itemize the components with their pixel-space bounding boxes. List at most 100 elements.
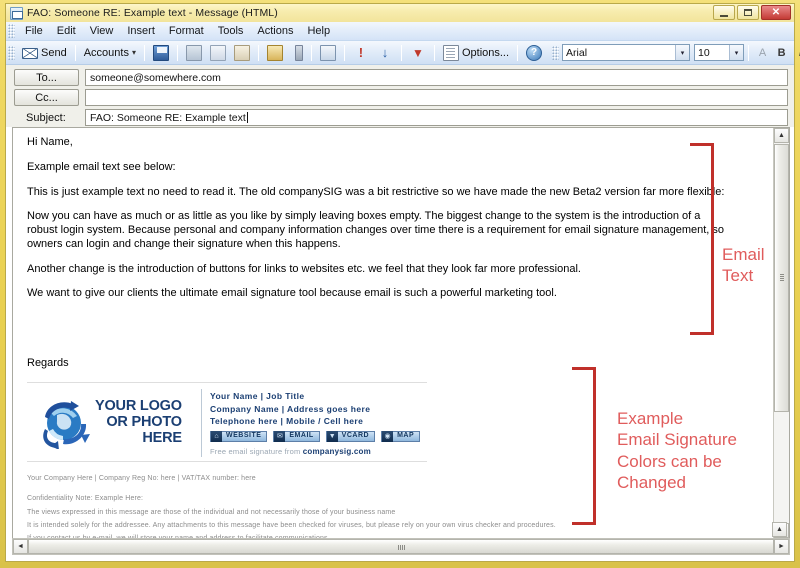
chevron-down-icon: ▾ — [675, 45, 690, 60]
menu-item-file[interactable]: File — [18, 23, 50, 39]
attach-file-button[interactable] — [287, 44, 307, 62]
format-painter-button[interactable] — [263, 44, 287, 62]
body-signoff: Regards — [27, 357, 69, 369]
body-vertical-scrollbar[interactable]: ▲ ▼ — [773, 128, 789, 538]
subject-label: Subject: — [26, 111, 66, 124]
to-row: To... someone@somewhere.com — [14, 69, 788, 86]
menu-drag-grip[interactable] — [8, 24, 15, 38]
to-button[interactable]: To... — [14, 69, 79, 86]
italic-button[interactable]: I — [791, 44, 800, 62]
font-size-value: 10 — [698, 46, 710, 59]
minimize-icon — [720, 14, 728, 17]
follow-up-flag-button[interactable]: ▼ — [406, 44, 430, 62]
text-cursor — [246, 112, 248, 123]
envelope-icon: ✉ — [274, 431, 286, 442]
footer-confidentiality-title: Confidentiality Note: Example Here: — [27, 495, 144, 503]
outer-scroll-up-button[interactable]: ▲ — [772, 522, 787, 537]
copy-icon — [209, 44, 226, 61]
email-signature-block: YOUR LOGO OR PHOTO HERE Your Name | Job … — [27, 381, 427, 462]
menu-item-view[interactable]: View — [83, 23, 121, 39]
title-bar: FAO: Someone RE: Example text - Message … — [6, 4, 794, 22]
low-importance-button[interactable]: ↓ — [373, 44, 397, 62]
address-book-button[interactable] — [316, 44, 340, 62]
help-button[interactable]: ? — [522, 44, 546, 62]
scroll-right-button[interactable]: ► — [774, 539, 789, 554]
horizontal-scroll-thumb[interactable] — [28, 539, 774, 554]
bold-button[interactable]: B — [772, 44, 791, 62]
subject-row: Subject: FAO: Someone RE: Example text — [14, 109, 788, 126]
cut-button[interactable] — [182, 44, 206, 62]
cut-icon — [185, 44, 202, 61]
maximize-button[interactable] — [737, 5, 759, 20]
minimize-button[interactable] — [713, 5, 735, 20]
scroll-up-button[interactable]: ▲ — [774, 128, 789, 143]
annotation-sig-line-3: Colors can be — [617, 451, 722, 471]
toolbar-separator — [176, 44, 178, 61]
signature-email-button[interactable]: ✉ EMAIL — [273, 431, 320, 442]
menu-bar: File Edit View Insert Format Tools Actio… — [6, 22, 794, 41]
body-paragraph-1: This is just example text no need to rea… — [27, 185, 725, 198]
menu-item-actions[interactable]: Actions — [250, 23, 300, 39]
signature-bracket — [572, 367, 596, 525]
scroll-left-button[interactable]: ◄ — [13, 539, 28, 554]
signature-map-button[interactable]: ◉ MAP — [381, 431, 421, 442]
horizontal-scrollbar[interactable]: ◄ ► — [12, 538, 790, 555]
chevron-down-icon: ▾ — [131, 48, 136, 57]
menu-item-tools[interactable]: Tools — [211, 23, 251, 39]
high-importance-icon: ! — [358, 45, 364, 60]
website-button-label: WEBSITE — [226, 432, 262, 440]
menu-item-insert[interactable]: Insert — [120, 23, 162, 39]
chevron-down-icon: ▾ — [729, 45, 744, 60]
copy-button[interactable] — [206, 44, 230, 62]
window-controls: ✕ — [713, 5, 791, 20]
menu-item-edit[interactable]: Edit — [50, 23, 83, 39]
toolbar-separator — [143, 44, 145, 61]
font-size-combo[interactable]: 10 ▾ — [694, 44, 745, 61]
signature-details: Your Name | Job Title Company Name | Add… — [210, 389, 427, 457]
message-window-icon — [10, 6, 23, 20]
accounts-button-label: Accounts — [83, 46, 129, 59]
signature-company-line: Company Name | Address goes here — [210, 403, 371, 414]
signature-website-button[interactable]: ⌂ WEBSITE — [210, 431, 268, 442]
message-options-button[interactable]: Options... — [439, 44, 513, 62]
paste-button[interactable] — [230, 44, 254, 62]
font-name-combo[interactable]: Arial ▾ — [562, 44, 691, 61]
follow-up-flag-icon: ▼ — [412, 45, 424, 60]
vcard-download-icon: ▼ — [326, 431, 338, 442]
send-button[interactable]: Send — [18, 45, 71, 60]
logo-line-2: OR PHOTO — [106, 414, 182, 431]
menu-item-help[interactable]: Help — [300, 23, 337, 39]
to-input[interactable]: someone@somewhere.com — [85, 69, 788, 86]
font-color-button[interactable]: A — [753, 44, 772, 62]
formatting-toolbar-grip[interactable] — [552, 45, 560, 60]
save-button[interactable] — [149, 44, 173, 62]
signature-credit-prefix: Free email signature from — [210, 447, 303, 456]
signature-vcard-button[interactable]: ▼ VCARD — [325, 431, 376, 442]
close-button[interactable]: ✕ — [761, 5, 791, 20]
cc-input[interactable] — [85, 89, 788, 106]
signature-logo-text: YOUR LOGO OR PHOTO HERE — [95, 399, 182, 446]
toolbar-drag-grip[interactable] — [8, 45, 15, 60]
body-greeting: Hi Name, — [27, 136, 73, 148]
message-header-fields: To... someone@somewhere.com Cc... Subjec… — [6, 65, 794, 127]
options-button-label: Options... — [461, 46, 510, 59]
accounts-button[interactable]: Accounts ▾ — [80, 46, 140, 60]
home-icon: ⌂ — [211, 431, 222, 442]
window-title: FAO: Someone RE: Example text - Message … — [27, 7, 278, 19]
high-importance-button[interactable]: ! — [349, 44, 373, 62]
toolbar-separator — [310, 44, 312, 61]
footer-legal-line-2: It is intended solely for the addressee.… — [27, 521, 556, 529]
cc-button[interactable]: Cc... — [14, 89, 79, 106]
signature-credit-brand[interactable]: companysig.com — [303, 447, 371, 456]
standard-toolbar: Send Accounts ▾ ! ↓ ▼ Options... ? Arial… — [6, 41, 800, 65]
attach-file-icon — [294, 44, 303, 61]
body-paragraph-2: Now you can have as much or as little as… — [27, 210, 725, 250]
address-book-icon — [319, 44, 336, 61]
help-icon: ? — [526, 44, 543, 61]
vertical-scroll-thumb[interactable] — [774, 144, 789, 412]
subject-input[interactable]: FAO: Someone RE: Example text — [85, 109, 788, 126]
map-button-label: MAP — [397, 432, 415, 440]
body-intro: Example email text see below: — [27, 160, 176, 173]
annotation-email-line-1: Email — [722, 245, 765, 264]
menu-item-format[interactable]: Format — [162, 23, 211, 39]
